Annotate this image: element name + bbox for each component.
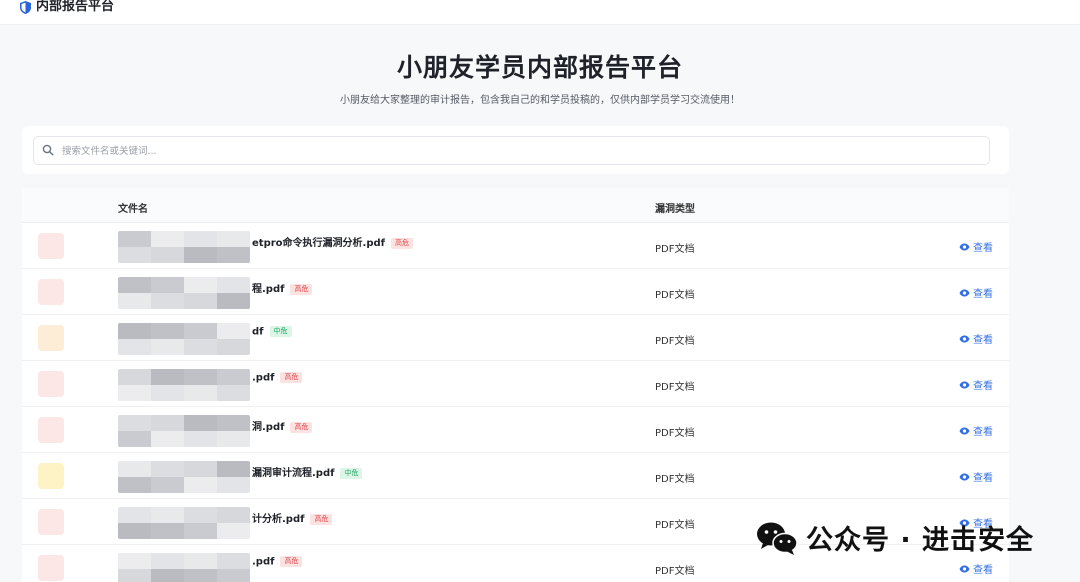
search-box[interactable] (33, 136, 990, 165)
view-button[interactable]: 查看 (959, 285, 993, 300)
file-type: PDF文档 (655, 244, 695, 255)
file-name[interactable]: df 中危 (252, 326, 292, 338)
file-name[interactable]: 漏洞审计流程.pdf 中危 (252, 464, 363, 479)
redacted-filename-block (118, 415, 250, 447)
file-type: PDF文档 (655, 336, 695, 347)
redacted-filename-block (118, 553, 250, 582)
file-name-text: etpro命令执行漏洞分析.pdf (252, 238, 385, 249)
column-header-vuln-type: 漏洞类型 (655, 204, 695, 215)
view-button-label: 查看 (973, 381, 993, 392)
search-icon (42, 144, 54, 156)
file-type: PDF文档 (655, 382, 695, 393)
file-name[interactable]: .pdf 高危 (252, 556, 303, 568)
eye-icon (959, 427, 970, 434)
column-header-filename: 文件名 (118, 204, 148, 215)
file-icon (38, 279, 64, 305)
severity-badge: 高危 (280, 556, 303, 567)
file-type: PDF文档 (655, 290, 695, 301)
redacted-filename-block (118, 323, 250, 355)
severity-badge: 中危 (269, 326, 292, 337)
file-name-text: 洞.pdf (252, 422, 285, 433)
view-button[interactable]: 查看 (959, 331, 993, 346)
file-name[interactable]: etpro命令执行漏洞分析.pdf 高危 (252, 234, 413, 249)
view-button[interactable]: 查看 (959, 561, 993, 576)
file-name-text: .pdf (252, 372, 275, 384)
file-type: PDF文档 (655, 520, 695, 531)
eye-icon (959, 289, 970, 296)
table-row[interactable]: df 中危 PDF文档 查看 (22, 315, 1009, 361)
view-button[interactable]: 查看 (959, 469, 993, 484)
eye-icon (959, 565, 970, 572)
search-card (22, 126, 1009, 174)
file-name[interactable]: .pdf 高危 (252, 372, 303, 384)
file-name[interactable]: 洞.pdf 高危 (252, 418, 313, 433)
severity-badge: 中危 (340, 467, 363, 479)
redacted-filename-block (118, 369, 250, 401)
shield-icon (20, 0, 31, 14)
redacted-filename-block (118, 507, 250, 539)
severity-badge: 高危 (290, 283, 313, 295)
view-button[interactable]: 查看 (959, 377, 993, 392)
view-button[interactable]: 查看 (959, 423, 993, 438)
file-name[interactable]: 程.pdf 高危 (252, 280, 313, 295)
file-icon (38, 371, 64, 397)
page-subtitle: 小朋友给大家整理的审计报告，包含我自己的和学员投稿的，仅供内部学员学习交流使用！ (340, 95, 740, 106)
file-name-text: 程.pdf (252, 284, 285, 295)
table-row[interactable]: etpro命令执行漏洞分析.pdf 高危 PDF文档 查看 (22, 223, 1009, 269)
file-icon (38, 233, 64, 259)
file-name-text: .pdf (252, 556, 275, 568)
file-name-text: df (252, 326, 264, 338)
file-name-text: 漏洞审计流程.pdf (252, 468, 335, 479)
wechat-icon (757, 522, 798, 555)
redacted-filename-block (118, 231, 250, 263)
table-row[interactable]: 洞.pdf 高危 PDF文档 查看 (22, 407, 1009, 453)
file-type: PDF文档 (655, 566, 695, 577)
eye-icon (959, 381, 970, 388)
file-icon (38, 555, 64, 581)
view-button-label: 查看 (973, 427, 993, 438)
file-name-text: 计分析.pdf (252, 514, 305, 525)
view-button-label: 查看 (973, 243, 993, 254)
table-header: 文件名 漏洞类型 (22, 188, 1009, 223)
view-button-label: 查看 (973, 565, 993, 576)
file-type: PDF文档 (655, 428, 695, 439)
search-input[interactable] (60, 140, 964, 162)
brand-title: 内部报告平台 (36, 0, 115, 14)
file-icon (38, 509, 64, 535)
eye-icon (959, 335, 970, 342)
view-button-label: 查看 (973, 473, 993, 484)
eye-icon (959, 243, 970, 250)
table-row[interactable]: .pdf 高危 PDF文档 查看 (22, 361, 1009, 407)
table-row[interactable]: 漏洞审计流程.pdf 中危 PDF文档 查看 (22, 453, 1009, 499)
watermark: 公众号 · 进击安全 (756, 518, 1034, 557)
eye-icon (959, 473, 970, 480)
file-icon (38, 463, 64, 489)
watermark-text: 公众号 · 进击安全 (806, 525, 1035, 556)
page-title: 小朋友学员内部报告平台 (396, 53, 683, 82)
file-name[interactable]: 计分析.pdf 高危 (252, 510, 333, 525)
brand[interactable]: 内部报告平台 (20, 0, 114, 14)
view-button-label: 查看 (973, 289, 993, 300)
file-type: PDF文档 (655, 474, 695, 485)
redacted-filename-block (118, 277, 250, 309)
redacted-filename-block (118, 461, 250, 493)
file-icon (38, 417, 64, 443)
severity-badge: 高危 (290, 421, 313, 433)
table-row[interactable]: 程.pdf 高危 PDF文档 查看 (22, 269, 1009, 315)
view-button-label: 查看 (973, 335, 993, 346)
file-icon (38, 325, 64, 351)
severity-badge: 高危 (391, 237, 413, 249)
top-bar: 内部报告平台 (0, 0, 1080, 25)
view-button[interactable]: 查看 (959, 239, 993, 254)
severity-badge: 高危 (280, 372, 303, 383)
severity-badge: 高危 (310, 513, 333, 525)
